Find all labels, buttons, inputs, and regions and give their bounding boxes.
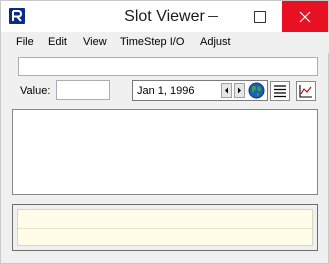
next-date-button[interactable]	[234, 83, 245, 98]
slot-viewer-window: Slot Viewer File Edit View TimeStep I/O …	[0, 0, 329, 264]
panel-divider	[18, 228, 312, 229]
list-view-button[interactable]	[270, 81, 290, 101]
menu-adjust[interactable]: Adjust	[200, 36, 231, 48]
description-panel[interactable]	[17, 209, 313, 246]
globe-button[interactable]	[248, 82, 265, 99]
menu-view[interactable]: View	[83, 36, 107, 48]
arrow-right-icon	[238, 87, 241, 94]
close-icon	[299, 11, 311, 23]
slot-values-area[interactable]	[12, 109, 318, 195]
title-bar[interactable]: Slot Viewer	[1, 1, 328, 32]
description-frame	[12, 204, 318, 251]
plot-button[interactable]	[296, 81, 316, 101]
maximize-button[interactable]	[236, 1, 282, 32]
close-button[interactable]	[282, 1, 328, 32]
globe-icon	[248, 82, 265, 99]
value-input[interactable]	[56, 80, 110, 100]
date-selector[interactable]: Jan 1, 1996	[132, 80, 268, 101]
menu-edit[interactable]: Edit	[48, 36, 67, 48]
arrow-left-icon	[225, 87, 228, 94]
plot-icon	[299, 85, 312, 98]
list-icon	[274, 85, 286, 98]
slot-path-field[interactable]	[18, 57, 318, 76]
value-label: Value:	[20, 85, 51, 97]
prev-date-button[interactable]	[221, 83, 232, 98]
menu-file[interactable]: File	[16, 36, 34, 48]
date-value[interactable]: Jan 1, 1996	[137, 85, 195, 97]
menu-bar: File Edit View TimeStep I/O Adjust	[2, 32, 329, 53]
menu-timestep-io[interactable]: TimeStep I/O	[120, 36, 184, 48]
minimize-button[interactable]	[190, 1, 236, 32]
